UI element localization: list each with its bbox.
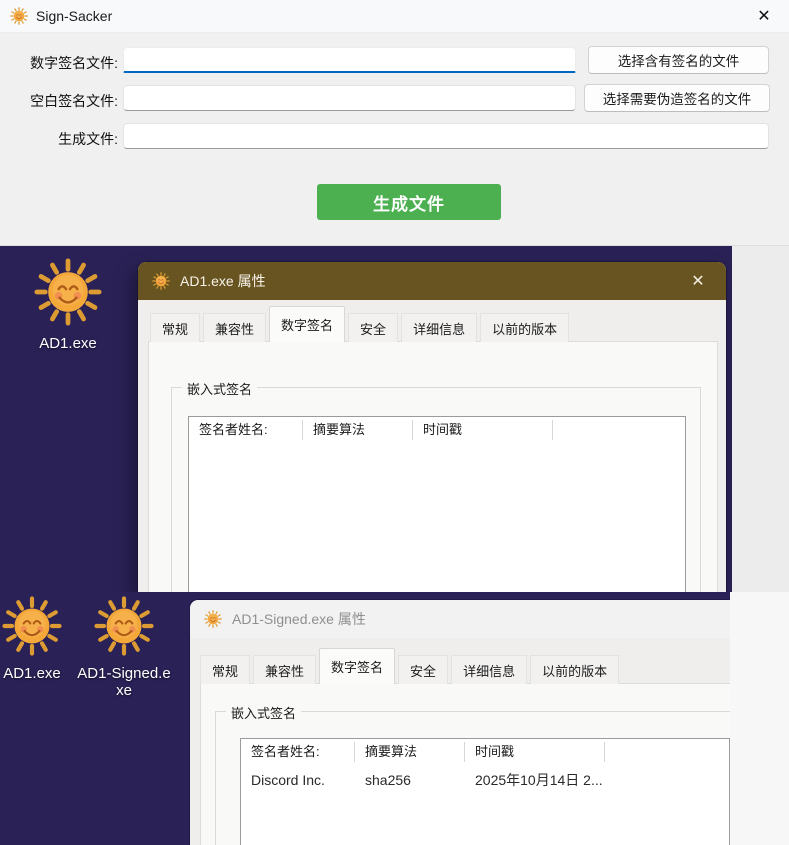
desktop-icon-label: AD1-Signed.exe	[76, 665, 172, 699]
tab-previous-versions[interactable]: 以前的版本	[480, 313, 569, 342]
header-signer-name: 签名者姓名:	[241, 742, 355, 762]
select-forge-file-button[interactable]: 选择需要伪造签名的文件	[584, 84, 770, 112]
desktop-icon-label: AD1.exe	[18, 335, 118, 352]
desktop-screenshot-2: AD1.exe AD1-Signed.exe AD1-Signed.exe 属性…	[0, 592, 789, 845]
digital-signatures-panel: 嵌入式签名 签名者姓名: 摘要算法 时间戳	[148, 341, 718, 592]
desktop-background-2: AD1.exe AD1-Signed.exe AD1-Signed.exe 属性…	[0, 592, 730, 845]
tab-general[interactable]: 常规	[200, 655, 250, 684]
desktop-background-1: AD1.exe AD1.exe 属性 ✕ 常规 兼容性 数字签名 安全 详细信息…	[0, 246, 732, 592]
tab-compatibility[interactable]: 兼容性	[253, 655, 316, 684]
header-digest-algorithm: 摘要算法	[355, 742, 465, 762]
desktop-icon-ad1-2[interactable]: AD1.exe	[0, 596, 82, 682]
embedded-signatures-group: 嵌入式签名 签名者姓名: 摘要算法 时间戳 Discord Inc. sha25…	[215, 711, 730, 845]
screenshot-root: Sign-Sacker ✕ 数字签名文件: 选择含有签名的文件 空白签名文件: …	[0, 0, 789, 845]
property-tabs: 常规 兼容性 数字签名 安全 详细信息 以前的版本	[200, 648, 619, 684]
header-digest-algorithm: 摘要算法	[303, 420, 413, 440]
header-signer-name: 签名者姓名:	[189, 420, 303, 440]
header-timestamp: 时间戳	[413, 420, 553, 440]
close-icon[interactable]: ✕	[684, 271, 712, 291]
tab-security[interactable]: 安全	[398, 655, 448, 684]
group-label: 嵌入式签名	[182, 379, 257, 398]
tab-compatibility[interactable]: 兼容性	[203, 313, 266, 342]
sun-dialog-icon	[152, 272, 170, 290]
blank-signature-file-label: 空白签名文件:	[6, 91, 118, 111]
tab-digital-signatures[interactable]: 数字签名	[319, 648, 395, 684]
desktop-icon-ad1[interactable]: AD1.exe	[18, 258, 118, 352]
digital-signature-file-input[interactable]	[123, 47, 576, 73]
window-title: Sign-Sacker	[36, 8, 112, 24]
desktop-icon-label: AD1.exe	[0, 665, 82, 682]
table-row[interactable]: Discord Inc. sha256 2025年10月14日 2...	[241, 765, 729, 795]
tab-details[interactable]: 详细信息	[401, 313, 477, 342]
sign-sacker-titlebar: Sign-Sacker ✕	[0, 0, 789, 33]
embedded-signatures-group: 嵌入式签名 签名者姓名: 摘要算法 时间戳	[171, 387, 701, 592]
tab-digital-signatures[interactable]: 数字签名	[269, 306, 345, 342]
dialog-title: AD1.exe 属性	[180, 271, 266, 291]
dialog-titlebar[interactable]: AD1.exe 属性 ✕	[138, 262, 726, 300]
signature-list[interactable]: 签名者姓名: 摘要算法 时间戳 Discord Inc. sha256 2025…	[240, 738, 730, 845]
group-label: 嵌入式签名	[226, 703, 301, 722]
blank-signature-file-input[interactable]	[123, 85, 576, 111]
signature-list-header: 签名者姓名: 摘要算法 时间戳	[241, 739, 729, 765]
ad1-properties-dialog: AD1.exe 属性 ✕ 常规 兼容性 数字签名 安全 详细信息 以前的版本 嵌…	[138, 262, 726, 592]
desktop-icon-ad1-signed[interactable]: AD1-Signed.exe	[76, 596, 172, 699]
header-timestamp: 时间戳	[465, 742, 605, 762]
tab-details[interactable]: 详细信息	[451, 655, 527, 684]
dialog-titlebar[interactable]: AD1-Signed.exe 属性	[190, 600, 730, 638]
digital-signature-file-label: 数字签名文件:	[6, 53, 118, 73]
ad1-signed-properties-dialog: AD1-Signed.exe 属性 常规 兼容性 数字签名 安全 详细信息 以前…	[190, 600, 730, 845]
tab-general[interactable]: 常规	[150, 313, 200, 342]
close-icon[interactable]: ✕	[749, 6, 779, 26]
sun-app-icon	[10, 7, 28, 25]
sign-sacker-window: Sign-Sacker ✕ 数字签名文件: 选择含有签名的文件 空白签名文件: …	[0, 0, 789, 246]
dialog-title: AD1-Signed.exe 属性	[232, 609, 366, 629]
signature-list[interactable]: 签名者姓名: 摘要算法 时间戳	[188, 416, 686, 592]
output-file-label: 生成文件:	[6, 129, 118, 149]
cell-timestamp: 2025年10月14日 2...	[465, 770, 645, 790]
select-signed-file-button[interactable]: 选择含有签名的文件	[588, 46, 769, 74]
output-file-input[interactable]	[123, 123, 769, 149]
sun-file-icon	[2, 596, 62, 656]
generate-file-button[interactable]: 生成文件	[317, 184, 501, 220]
digital-signatures-panel: 嵌入式签名 签名者姓名: 摘要算法 时间戳 Discord Inc. sha25…	[200, 683, 730, 845]
cell-digest-algorithm: sha256	[355, 772, 465, 788]
sun-dialog-icon	[204, 610, 222, 628]
sun-file-icon	[34, 258, 102, 326]
signature-list-header: 签名者姓名: 摘要算法 时间戳	[189, 417, 685, 443]
desktop-screenshot-1: AD1.exe AD1.exe 属性 ✕ 常规 兼容性 数字签名 安全 详细信息…	[0, 246, 789, 592]
tab-security[interactable]: 安全	[348, 313, 398, 342]
property-tabs: 常规 兼容性 数字签名 安全 详细信息 以前的版本	[150, 306, 569, 342]
sun-file-icon	[94, 596, 154, 656]
tab-previous-versions[interactable]: 以前的版本	[530, 655, 619, 684]
cell-signer-name: Discord Inc.	[241, 772, 355, 788]
